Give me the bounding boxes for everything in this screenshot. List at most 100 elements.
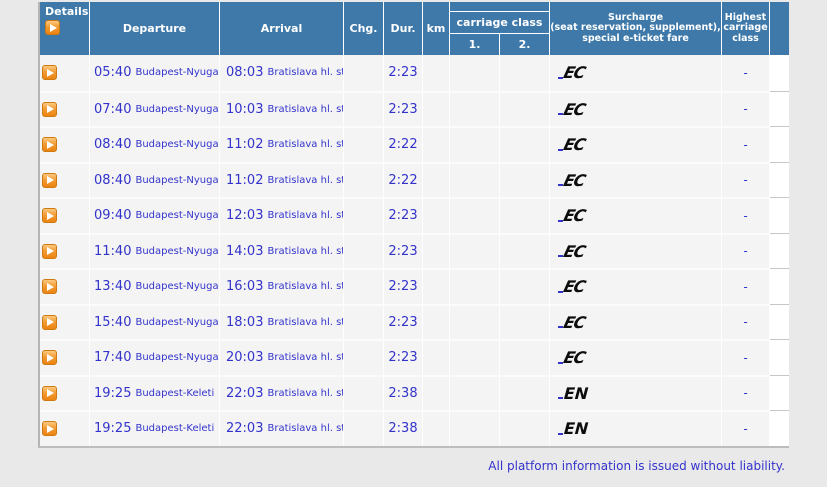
link-underline-mark bbox=[558, 397, 563, 400]
departure-cell: 07:40 Budapest-Nyugati bbox=[90, 90, 220, 126]
expand-all-details-button[interactable] bbox=[45, 20, 60, 35]
train-type-logo: EC bbox=[561, 206, 588, 226]
duration-cell: 2:38 bbox=[384, 374, 423, 410]
arrival-time: 10:03 bbox=[226, 101, 264, 117]
train-type-link[interactable]: EC bbox=[558, 313, 587, 332]
play-icon bbox=[47, 247, 54, 256]
train-type-link[interactable]: EC bbox=[558, 135, 588, 155]
duration-value: 2:23 bbox=[388, 279, 418, 295]
timetable: Details Departure Arrival Chg. Dur. km c… bbox=[38, 2, 789, 448]
class-1-cell bbox=[450, 90, 500, 126]
train-type-link[interactable]: EC bbox=[558, 348, 587, 367]
duration-value: 2:22 bbox=[388, 137, 418, 153]
timetable-row: 08:40 Budapest-Nyugati 11:02 Bratislava … bbox=[40, 126, 789, 162]
details-cell bbox=[40, 410, 90, 446]
train-type-link[interactable]: EC bbox=[558, 63, 587, 82]
departure-time: 17:40 bbox=[94, 350, 132, 366]
surcharge-cell: EC bbox=[550, 197, 722, 233]
train-type-logo: EC bbox=[561, 277, 588, 297]
highest-class-cell: - bbox=[722, 374, 770, 410]
departure-time: 09:40 bbox=[94, 208, 132, 224]
arrival-station: Bratislava hl. st. bbox=[267, 316, 344, 328]
duration-value: 2:23 bbox=[388, 65, 418, 81]
arrival-station: Bratislava hl. st. bbox=[267, 423, 344, 435]
header-class-2: 2. bbox=[518, 38, 531, 51]
highest-class-cell: - bbox=[722, 161, 770, 197]
km-cell bbox=[423, 268, 450, 304]
duration-cell: 2:23 bbox=[384, 339, 423, 375]
class-2-cell bbox=[500, 268, 550, 304]
duration-value: 2:23 bbox=[388, 243, 418, 259]
row-details-button[interactable] bbox=[42, 421, 57, 437]
timetable-row: 13:40 Budapest-Nyugati 16:03 Bratislava … bbox=[40, 268, 789, 304]
details-cell bbox=[40, 126, 90, 162]
row-details-button[interactable] bbox=[42, 172, 57, 188]
departure-cell: 05:40 Budapest-Nyugati bbox=[90, 55, 220, 91]
km-cell bbox=[423, 161, 450, 197]
row-details-button[interactable] bbox=[42, 208, 57, 224]
duration-value: 2:38 bbox=[388, 421, 418, 437]
departure-time: 07:40 bbox=[94, 101, 132, 117]
departure-cell: 08:40 Budapest-Nyugati bbox=[90, 161, 220, 197]
header-departure: Departure bbox=[90, 2, 220, 55]
departure-cell: 09:40 Budapest-Nyugati bbox=[90, 197, 220, 233]
duration-cell: 2:23 bbox=[384, 197, 423, 233]
row-details-button[interactable] bbox=[42, 243, 57, 259]
empty-cell bbox=[770, 161, 789, 197]
row-details-button[interactable] bbox=[42, 314, 57, 330]
arrival-station: Bratislava hl. st. bbox=[267, 103, 344, 115]
km-cell bbox=[423, 55, 450, 91]
train-type-link[interactable]: EC bbox=[558, 171, 587, 190]
header-class-subrow: 1. 2. bbox=[450, 34, 549, 55]
row-details-button[interactable] bbox=[42, 65, 57, 81]
train-type-link[interactable]: EN bbox=[558, 419, 589, 439]
table-header: Details Departure Arrival Chg. Dur. km c… bbox=[40, 2, 789, 55]
departure-cell: 13:40 Budapest-Nyugati bbox=[90, 268, 220, 304]
arrival-cell: 22:03 Bratislava hl. st. bbox=[220, 374, 344, 410]
empty-cell bbox=[770, 374, 789, 410]
header-arrival: Arrival bbox=[220, 2, 344, 55]
arrival-time: 22:03 bbox=[226, 421, 264, 437]
departure-station: Budapest-Keleti bbox=[135, 387, 215, 399]
departure-time: 13:40 bbox=[94, 279, 132, 295]
details-cell bbox=[40, 374, 90, 410]
row-details-button[interactable] bbox=[42, 350, 57, 366]
timetable-row: 09:40 Budapest-Nyugati 12:03 Bratislava … bbox=[40, 197, 789, 233]
class-1-cell bbox=[450, 303, 500, 339]
changes-cell bbox=[344, 126, 384, 162]
row-details-button[interactable] bbox=[42, 137, 57, 153]
train-type-logo: EN bbox=[563, 419, 589, 439]
km-cell bbox=[423, 232, 450, 268]
empty-cell bbox=[770, 126, 789, 162]
km-cell bbox=[423, 197, 450, 233]
class-1-cell bbox=[450, 232, 500, 268]
header-carriage-class-group: carriage class 1. 2. bbox=[450, 2, 550, 55]
play-icon bbox=[50, 23, 57, 32]
class-2-cell bbox=[500, 126, 550, 162]
arrival-station: Bratislava hl. st. bbox=[267, 281, 344, 293]
train-type-link[interactable]: EC bbox=[558, 277, 588, 297]
km-cell bbox=[423, 126, 450, 162]
train-type-link[interactable]: EC bbox=[558, 100, 587, 119]
empty-cell bbox=[770, 55, 789, 91]
link-underline-mark bbox=[558, 432, 563, 435]
play-icon bbox=[47, 318, 54, 327]
train-type-link[interactable]: EC bbox=[558, 206, 588, 226]
class-1-cell bbox=[450, 126, 500, 162]
row-details-button[interactable] bbox=[42, 279, 57, 295]
row-details-button[interactable] bbox=[42, 101, 57, 117]
train-type-logo: EC bbox=[561, 135, 588, 155]
highest-class-cell: - bbox=[722, 197, 770, 233]
empty-cell bbox=[770, 303, 789, 339]
row-details-button[interactable] bbox=[42, 385, 57, 401]
arrival-cell: 12:03 Bratislava hl. st. bbox=[220, 197, 344, 233]
arrival-time: 08:03 bbox=[226, 65, 264, 81]
timetable-row: 07:40 Budapest-Nyugati 10:03 Bratislava … bbox=[40, 90, 789, 126]
header-km: km bbox=[423, 2, 450, 55]
play-icon bbox=[47, 424, 54, 433]
changes-cell bbox=[344, 268, 384, 304]
departure-time: 19:25 bbox=[94, 385, 132, 401]
train-type-link[interactable]: EC bbox=[558, 242, 587, 261]
train-type-link[interactable]: EN bbox=[558, 384, 589, 403]
arrival-station: Bratislava hl. st. bbox=[267, 67, 344, 79]
